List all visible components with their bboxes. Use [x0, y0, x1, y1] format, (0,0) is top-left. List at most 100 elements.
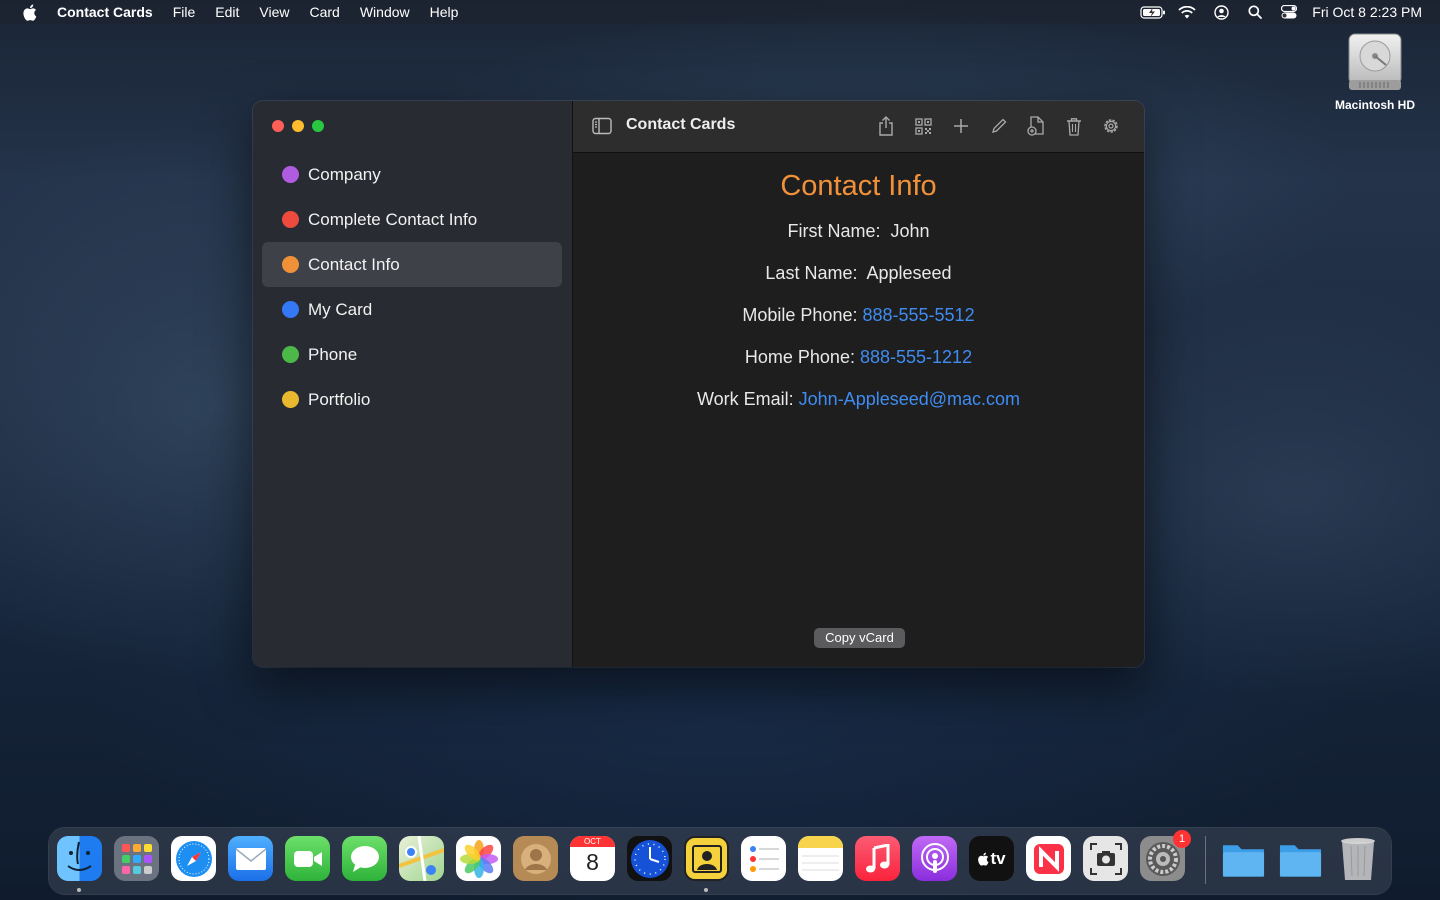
gear-icon[interactable]	[1093, 113, 1131, 139]
maps-icon[interactable]	[399, 836, 444, 881]
menu-app-name[interactable]: Contact Cards	[57, 4, 153, 20]
messages-icon[interactable]	[342, 836, 387, 881]
menu-card[interactable]: Card	[309, 4, 339, 20]
contacts-icon[interactable]	[513, 836, 558, 881]
sidebar-item-my-card[interactable]: My Card	[262, 287, 562, 332]
dock: OCT 8 tv 1	[49, 828, 1391, 894]
launchpad-icon[interactable]	[114, 836, 159, 881]
work-email-link[interactable]: John-Appleseed@mac.com	[799, 389, 1020, 409]
plus-icon[interactable]	[943, 113, 981, 139]
facetime-icon[interactable]	[285, 836, 330, 881]
sidebar-toggle-icon[interactable]	[592, 117, 612, 135]
folder-icon[interactable]	[1278, 836, 1323, 881]
home-phone-row: Home Phone: 888-555-1212	[573, 336, 1144, 378]
card-color-dot	[282, 256, 299, 273]
wifi-icon[interactable]	[1170, 0, 1204, 24]
menu-view[interactable]: View	[259, 4, 289, 20]
pencil-icon[interactable]	[980, 113, 1018, 139]
mail-icon[interactable]	[228, 836, 273, 881]
photos-icon[interactable]	[456, 836, 501, 881]
window-title: Contact Cards	[626, 116, 736, 133]
system-preferences-icon[interactable]: 1	[1140, 830, 1191, 881]
drive-label: Macintosh HD	[1334, 98, 1415, 112]
menu-file[interactable]: File	[173, 4, 196, 20]
zoom-window-button[interactable]	[312, 120, 324, 132]
mobile-phone-link[interactable]: 888-555-5512	[862, 305, 974, 325]
minimize-window-button[interactable]	[292, 120, 304, 132]
news-icon[interactable]	[1026, 836, 1071, 881]
clock-icon[interactable]	[627, 836, 672, 881]
sidebar-item-company[interactable]: Company	[262, 152, 562, 197]
last-name-label: Last Name:	[765, 263, 858, 283]
qr-code-icon[interactable]	[905, 113, 943, 139]
menu-window[interactable]: Window	[360, 4, 410, 20]
hard-drive-icon	[1346, 32, 1404, 92]
folder-icon[interactable]	[1221, 836, 1266, 881]
podcasts-icon[interactable]	[912, 836, 957, 881]
first-name-row: First Name: John	[573, 210, 1144, 252]
sidebar-item-portfolio[interactable]: Portfolio	[262, 377, 562, 422]
screenshot-icon[interactable]	[1083, 836, 1128, 881]
card-heading: Contact Info	[780, 170, 937, 202]
close-window-button[interactable]	[272, 120, 284, 132]
running-indicator	[77, 888, 81, 892]
music-icon[interactable]	[855, 836, 900, 881]
card-color-dot	[282, 346, 299, 363]
trash-icon[interactable]	[1055, 113, 1093, 139]
first-name-value: John	[890, 221, 930, 241]
copy-vcard-button[interactable]: Copy vCard	[814, 628, 905, 648]
battery-charging-icon[interactable]	[1136, 0, 1170, 24]
sidebar-item-phone[interactable]: Phone	[262, 332, 562, 377]
calendar-icon[interactable]: OCT 8	[570, 836, 615, 881]
sidebar-item-complete-contact-info[interactable]: Complete Contact Info	[262, 197, 562, 242]
sidebar: Company Complete Contact Info Contact Info…	[253, 101, 573, 667]
sidebar-item-label: Contact Info	[308, 254, 400, 274]
trash-icon[interactable]	[1335, 836, 1380, 881]
card-color-dot	[282, 166, 299, 183]
work-email-label: Work Email:	[696, 389, 794, 409]
calendar-month: OCT	[570, 836, 615, 847]
sidebar-item-label: Phone	[308, 344, 358, 364]
sidebar-item-contact-info[interactable]: Contact Info	[262, 242, 562, 287]
new-document-icon[interactable]	[1018, 113, 1056, 139]
running-indicator	[704, 888, 708, 892]
sidebar-item-label: Portfolio	[308, 389, 371, 409]
mobile-phone-label: Mobile Phone:	[742, 305, 858, 325]
toolbar-actions	[868, 113, 1131, 139]
work-email-row: Work Email: John-Appleseed@mac.com	[573, 378, 1144, 420]
finder-icon[interactable]	[57, 836, 102, 881]
contact-detail: Contact Info First Name: John Last Name:…	[573, 153, 1144, 420]
share-icon[interactable]	[868, 113, 906, 139]
menu-edit[interactable]: Edit	[215, 4, 239, 20]
desktop-drive-macintosh-hd[interactable]: Macintosh HD	[1326, 32, 1424, 112]
last-name-value: Appleseed	[866, 263, 952, 283]
reminders-icon[interactable]	[741, 836, 786, 881]
menu-bar-clock[interactable]: Fri Oct 8 2:23 PM	[1312, 4, 1422, 20]
safari-icon[interactable]	[171, 836, 216, 881]
apple-tv-icon[interactable]: tv	[969, 836, 1014, 881]
sidebar-item-label: Company	[308, 164, 381, 184]
sidebar-item-label: Complete Contact Info	[308, 209, 478, 229]
home-phone-link[interactable]: 888-555-1212	[860, 347, 972, 367]
last-name-row: Last Name: Appleseed	[573, 252, 1144, 294]
spotlight-search-icon[interactable]	[1238, 0, 1272, 24]
apple-tv-label: tv	[990, 848, 1006, 868]
mobile-phone-row: Mobile Phone: 888-555-5512	[573, 294, 1144, 336]
sidebar-item-label: My Card	[308, 299, 373, 319]
user-icon[interactable]	[1204, 0, 1238, 24]
window-controls	[272, 120, 324, 132]
contact-cards-icon[interactable]	[684, 836, 729, 881]
menu-help[interactable]: Help	[430, 4, 459, 20]
menu-bar: Contact Cards File Edit View Card Window…	[0, 0, 1440, 24]
card-color-dot	[282, 391, 299, 408]
calendar-day: 8	[586, 849, 599, 875]
notification-badge: 1	[1173, 830, 1191, 848]
detail-pane: Contact Cards Contact Info First Name: J…	[573, 101, 1144, 667]
card-color-dot	[282, 211, 299, 228]
control-center-icon[interactable]	[1272, 0, 1306, 24]
card-list: Company Complete Contact Info Contact Info…	[262, 152, 562, 422]
toolbar: Contact Cards	[573, 101, 1144, 153]
apple-menu-icon[interactable]	[22, 4, 38, 21]
notes-icon[interactable]	[798, 836, 843, 881]
card-color-dot	[282, 301, 299, 318]
